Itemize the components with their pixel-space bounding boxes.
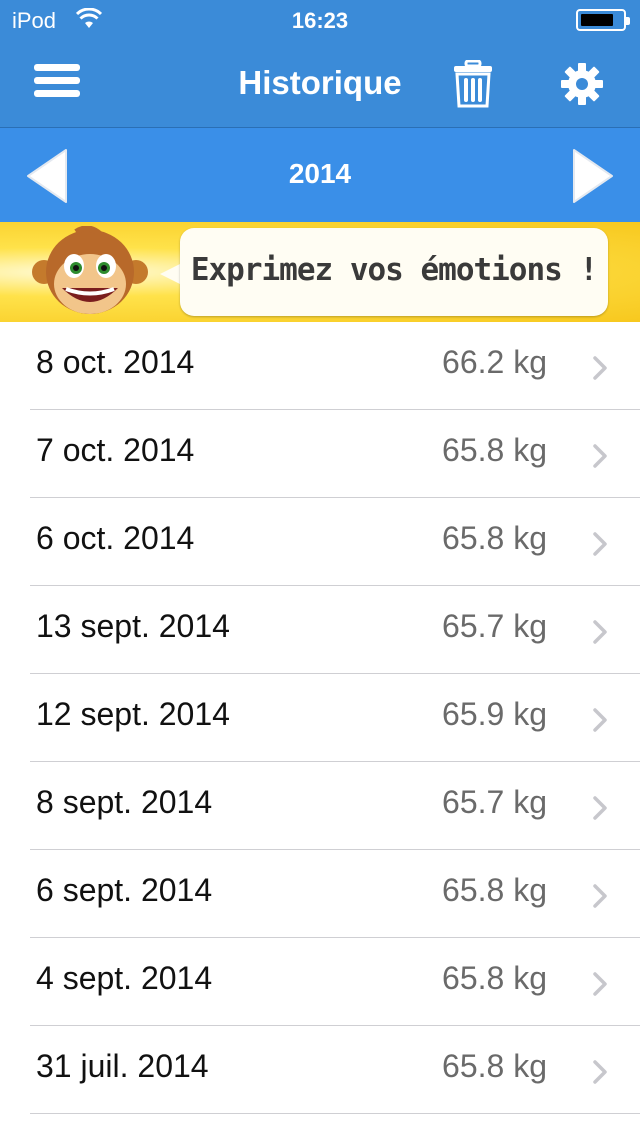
- header: iPod 16:23 Historique: [0, 0, 640, 128]
- entry-weight: 65.8 kg: [442, 872, 547, 908]
- chevron-right-icon: [573, 149, 613, 203]
- entry-date: 6 sept. 2014: [36, 872, 213, 908]
- entry-date: 12 sept. 2014: [36, 696, 230, 732]
- monkey-icon: [32, 226, 148, 314]
- history-row[interactable]: 8 sept. 2014 65.7 kg: [0, 762, 640, 850]
- chevron-right-icon: [593, 884, 607, 908]
- promo-banner[interactable]: Exprimez vos émotions !: [0, 222, 640, 322]
- chevron-right-icon: [593, 708, 607, 732]
- trash-icon: [454, 59, 492, 108]
- history-row[interactable]: 8 oct. 2014 66.2 kg: [0, 322, 640, 410]
- entry-date: 13 sept. 2014: [36, 608, 230, 644]
- banner-text: Exprimez vos émotions !: [190, 252, 598, 288]
- next-year-button[interactable]: [568, 146, 618, 206]
- entry-weight: 65.8 kg: [442, 520, 547, 556]
- year-label: 2014: [288, 158, 352, 189]
- chevron-right-icon: [593, 532, 607, 556]
- status-bar: iPod 16:23: [0, 0, 640, 40]
- history-row[interactable]: 13 sept. 2014 65.7 kg: [0, 586, 640, 674]
- settings-button[interactable]: [560, 62, 604, 106]
- entry-weight: 65.7 kg: [442, 784, 547, 820]
- history-row[interactable]: 4 sept. 2014 65.8 kg: [0, 938, 640, 1026]
- entry-date: 4 sept. 2014: [36, 960, 213, 996]
- row-divider: [30, 1113, 640, 1114]
- history-row[interactable]: 7 oct. 2014 65.8 kg: [0, 410, 640, 498]
- chevron-right-icon: [593, 444, 607, 468]
- navigation-bar: Historique: [0, 40, 640, 128]
- speech-bubble: Exprimez vos émotions !: [180, 228, 608, 316]
- entry-date: 8 oct. 2014: [36, 344, 195, 380]
- entry-date: 31 juil. 2014: [36, 1048, 209, 1084]
- clock: 16:23: [291, 8, 349, 33]
- entry-weight: 66.2 kg: [442, 344, 547, 380]
- entry-weight: 65.9 kg: [442, 696, 547, 732]
- history-row[interactable]: 12 sept. 2014 65.9 kg: [0, 674, 640, 762]
- history-list: 8 oct. 2014 66.2 kg 7 oct. 2014 65.8 kg …: [0, 322, 640, 1114]
- history-row[interactable]: 6 sept. 2014 65.8 kg: [0, 850, 640, 938]
- year-selector: 2014: [0, 128, 640, 222]
- battery-icon: [576, 9, 630, 31]
- gear-icon: [561, 63, 603, 105]
- chevron-right-icon: [593, 356, 607, 380]
- history-row[interactable]: 31 juil. 2014 65.8 kg: [0, 1026, 640, 1114]
- entry-weight: 65.8 kg: [442, 960, 547, 996]
- delete-button[interactable]: [452, 59, 494, 108]
- entry-date: 7 oct. 2014: [36, 432, 195, 468]
- chevron-right-icon: [593, 1060, 607, 1084]
- page-title: Historique: [238, 64, 402, 101]
- entry-date: 8 sept. 2014: [36, 784, 213, 820]
- chevron-right-icon: [593, 620, 607, 644]
- entry-date: 6 oct. 2014: [36, 520, 195, 556]
- entry-weight: 65.7 kg: [442, 608, 547, 644]
- history-row[interactable]: 6 oct. 2014 65.8 kg: [0, 498, 640, 586]
- entry-weight: 65.8 kg: [442, 1048, 547, 1084]
- chevron-right-icon: [593, 796, 607, 820]
- entry-weight: 65.8 kg: [442, 432, 547, 468]
- chevron-right-icon: [593, 972, 607, 996]
